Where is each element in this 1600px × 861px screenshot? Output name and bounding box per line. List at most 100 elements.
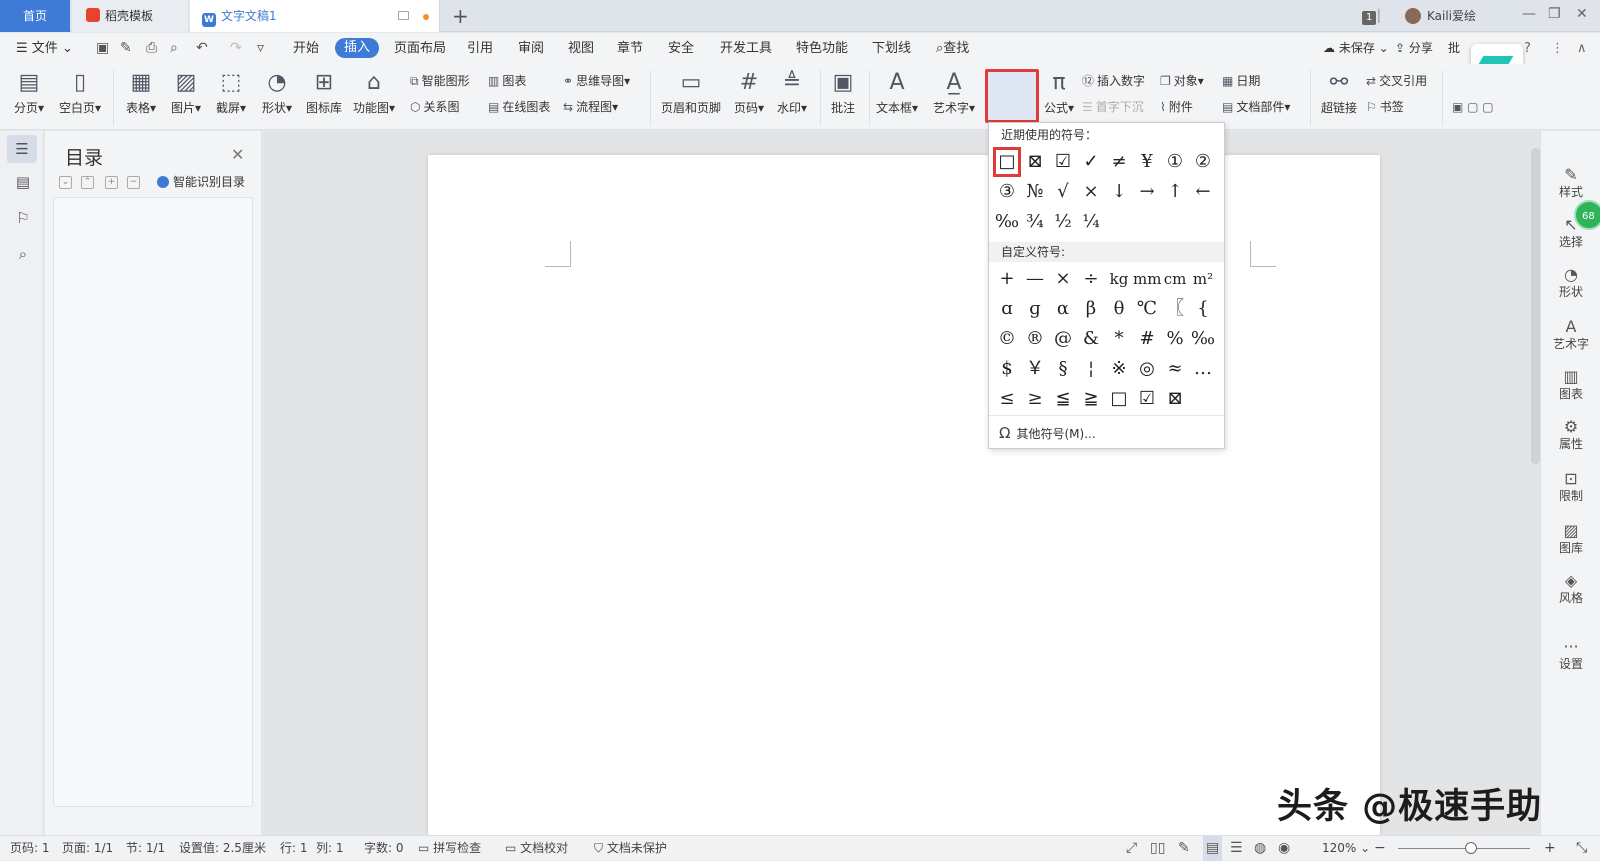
shape-button[interactable]: ◔ 形状▾ bbox=[252, 68, 302, 116]
chapter-nav-icon[interactable]: ▤ bbox=[11, 171, 35, 193]
save-icon[interactable]: ▣ bbox=[96, 40, 109, 56]
gallery-panel-button[interactable]: ▨ 图库 bbox=[1541, 521, 1600, 555]
custom-symbol-29[interactable]: ◎ bbox=[1133, 354, 1161, 384]
bookmark-button[interactable]: ⚐ 书签 bbox=[1366, 98, 1404, 116]
custom-symbol-10[interactable]: α bbox=[1049, 294, 1077, 324]
fullscreen-icon[interactable]: ⤢ bbox=[1126, 836, 1137, 861]
recent-symbol-1[interactable]: ⊠ bbox=[1021, 147, 1049, 177]
zoom-in-icon[interactable]: + bbox=[1544, 836, 1556, 861]
custom-symbol-24[interactable]: $ bbox=[993, 354, 1021, 384]
more-quick-icon[interactable]: ▿ bbox=[257, 40, 264, 56]
recent-symbol-4[interactable]: ≠ bbox=[1105, 147, 1133, 177]
recent-symbol-9[interactable]: № bbox=[1021, 177, 1049, 207]
custom-symbol-15[interactable]: { bbox=[1189, 294, 1217, 324]
close-window-icon[interactable]: ✕ bbox=[1576, 6, 1588, 22]
share-button[interactable]: ⇪ 分享 bbox=[1395, 33, 1433, 64]
attachment-button[interactable]: ⌇ 附件 bbox=[1160, 98, 1193, 116]
custom-symbol-8[interactable]: ɑ bbox=[993, 294, 1021, 324]
custom-symbol-13[interactable]: ℃ bbox=[1133, 294, 1161, 324]
insert-number-button[interactable]: ⑫ 插入数字 bbox=[1082, 72, 1145, 90]
custom-symbol-18[interactable]: @ bbox=[1049, 324, 1077, 354]
recent-symbol-5[interactable]: ¥ bbox=[1133, 147, 1161, 177]
custom-symbol-28[interactable]: ※ bbox=[1105, 354, 1133, 384]
undo-icon[interactable]: ↶ bbox=[196, 40, 208, 56]
property-panel-button[interactable]: ⚙ 属性 bbox=[1541, 417, 1600, 451]
custom-symbol-37[interactable]: ☑ bbox=[1133, 384, 1161, 414]
custom-symbol-23[interactable]: ‰ bbox=[1189, 324, 1217, 354]
write-mode-icon[interactable]: ✎ bbox=[1178, 836, 1190, 861]
collapse-ribbon-icon[interactable]: ∧ bbox=[1577, 33, 1587, 64]
eye-icon[interactable]: ◉ bbox=[1278, 836, 1290, 861]
menu-devtools[interactable]: 开发工具 bbox=[720, 33, 772, 64]
custom-symbol-35[interactable]: ≧ bbox=[1077, 384, 1105, 414]
more-icon[interactable]: ⋮ bbox=[1551, 33, 1564, 64]
file-menu[interactable]: ☰ 文件 ⌄ bbox=[16, 33, 73, 64]
wordart-button[interactable]: A̲ 艺术字▾ bbox=[929, 68, 979, 116]
status-words[interactable]: 字数: 0 bbox=[364, 836, 404, 861]
menu-review[interactable]: 审阅 bbox=[518, 33, 544, 64]
smart-toc-button[interactable]: 智能识别目录 bbox=[157, 173, 245, 191]
menu-underline[interactable]: 下划线 bbox=[872, 33, 911, 64]
speed-badge[interactable]: 68 bbox=[1574, 200, 1600, 230]
settings-panel-button[interactable]: ··· 设置 bbox=[1541, 637, 1600, 671]
user-account[interactable]: Kaili爱绘 bbox=[1405, 0, 1476, 32]
custom-symbol-9[interactable]: ɡ bbox=[1021, 294, 1049, 324]
document-page[interactable] bbox=[428, 155, 1380, 845]
recent-symbol-8[interactable]: ③ bbox=[993, 177, 1021, 207]
custom-symbol-0[interactable]: + bbox=[993, 264, 1021, 294]
custom-symbol-38[interactable]: ⊠ bbox=[1161, 384, 1189, 414]
chart-button[interactable]: ▥ 图表 bbox=[488, 72, 526, 90]
recent-symbol-19[interactable]: ¼ bbox=[1077, 207, 1105, 237]
hyperlink-button[interactable]: ⚯ 超链接 bbox=[1314, 68, 1364, 116]
custom-symbol-27[interactable]: ¦ bbox=[1077, 354, 1105, 384]
menu-view[interactable]: 视图 bbox=[568, 33, 594, 64]
custom-symbol-5[interactable]: mm bbox=[1133, 264, 1161, 294]
format-painter-icon[interactable]: ✎ bbox=[120, 40, 132, 56]
menu-security[interactable]: 安全 bbox=[668, 33, 694, 64]
page-count-badge[interactable]: 1 ▏ bbox=[1362, 0, 1388, 32]
find-nav-icon[interactable]: ⌕ bbox=[11, 243, 35, 265]
custom-symbol-17[interactable]: ® bbox=[1021, 324, 1049, 354]
function-chart-button[interactable]: ⌂ 功能图▾ bbox=[349, 68, 399, 116]
menu-insert[interactable]: 插入 bbox=[335, 38, 380, 58]
blank-page-button[interactable]: ▯ 空白页▾ bbox=[55, 68, 105, 116]
cloud-save-button[interactable]: ☁ 未保存 ⌄ bbox=[1323, 33, 1389, 64]
page-view-icon[interactable]: ▤ bbox=[1203, 836, 1223, 861]
status-setting[interactable]: 设置值: 2.5厘米 bbox=[179, 836, 266, 861]
proofread-button[interactable]: ▭ 文档校对 bbox=[505, 836, 568, 861]
recent-symbol-18[interactable]: ½ bbox=[1049, 207, 1077, 237]
zoom-out-icon[interactable]: − bbox=[1374, 836, 1386, 861]
icon-library-button[interactable]: ⊞ 图标库 bbox=[299, 68, 349, 116]
recent-symbol-16[interactable]: ‰ bbox=[993, 207, 1021, 237]
theme-panel-button[interactable]: ◈ 风格 bbox=[1541, 571, 1600, 605]
tab-template[interactable]: 稻壳模板 bbox=[72, 0, 188, 32]
crossref-button[interactable]: ⇄ 交叉引用 bbox=[1366, 72, 1427, 90]
status-page[interactable]: 页码: 1 bbox=[10, 836, 50, 861]
custom-symbol-20[interactable]: * bbox=[1105, 324, 1133, 354]
protect-status[interactable]: ⛉ 文档未保护 bbox=[594, 836, 667, 861]
custom-symbol-3[interactable]: ÷ bbox=[1077, 264, 1105, 294]
collapse-icon[interactable]: ⌃ bbox=[81, 176, 94, 189]
bookmark-nav-icon[interactable]: ⚐ bbox=[11, 207, 35, 229]
custom-symbol-33[interactable]: ≥ bbox=[1021, 384, 1049, 414]
fit-icon[interactable]: ⤡ bbox=[1576, 836, 1587, 861]
picture-button[interactable]: ▨ 图片▾ bbox=[161, 68, 211, 116]
screenshot-button[interactable]: ⬚ 截屏▾ bbox=[206, 68, 256, 116]
zoom-slider-track[interactable] bbox=[1398, 848, 1530, 849]
vertical-scrollbar[interactable] bbox=[1531, 148, 1540, 464]
status-section[interactable]: 节: 1/1 bbox=[126, 836, 165, 861]
spell-check-button[interactable]: ▭ 拼写检查 bbox=[418, 836, 481, 861]
custom-symbol-6[interactable]: cm bbox=[1161, 264, 1189, 294]
zoom-level[interactable]: 120% ⌄ bbox=[1322, 836, 1370, 861]
custom-symbol-31[interactable]: … bbox=[1189, 354, 1217, 384]
doc-parts-button[interactable]: ▤ 文档部件▾ bbox=[1222, 98, 1290, 116]
custom-symbol-12[interactable]: θ bbox=[1105, 294, 1133, 324]
menu-features[interactable]: 特色功能 bbox=[796, 33, 848, 64]
recent-symbol-7[interactable]: ② bbox=[1189, 147, 1217, 177]
restore-icon[interactable]: ❐ bbox=[1548, 6, 1561, 22]
add-level-icon[interactable]: + bbox=[105, 176, 118, 189]
menu-start[interactable]: 开始 bbox=[293, 33, 319, 64]
help-icon[interactable]: ? bbox=[1524, 33, 1531, 64]
online-chart-button[interactable]: ▤ 在线图表 bbox=[488, 98, 550, 116]
menu-chapter[interactable]: 章节 bbox=[617, 33, 643, 64]
